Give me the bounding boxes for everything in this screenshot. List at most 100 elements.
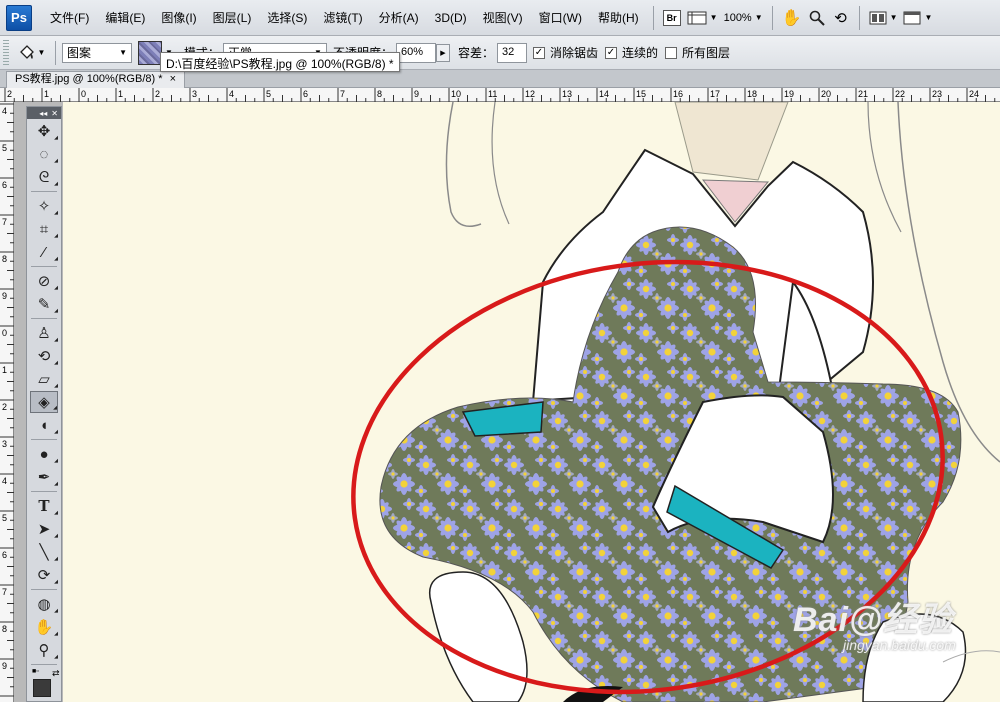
zoom-tool[interactable]: ⚲ ◢ — [30, 639, 59, 661]
rotate-view-button[interactable]: ⟲ — [829, 7, 853, 29]
hand-tool[interactable]: ✋ ◢ — [30, 616, 58, 638]
submenu-arrow-icon: ◢ — [54, 308, 58, 314]
ruler-label: 7 — [2, 587, 7, 597]
submenu-arrow-icon: ◢ — [54, 608, 58, 614]
path-selection-tool[interactable]: ➤ ◢ — [30, 518, 58, 540]
dodge-tool[interactable]: ● ◢ — [30, 443, 58, 465]
menu-item[interactable]: 编辑(E) — [97, 7, 153, 29]
ruler-label: 15 — [636, 89, 646, 99]
document-canvas[interactable]: Bai@经验 jingyan.baidu.com — [63, 102, 1000, 702]
ruler-label: 4 — [2, 476, 7, 486]
divider — [652, 5, 654, 30]
checkbox-box[interactable]: ✓ — [604, 46, 617, 59]
line-tool[interactable]: ╲ ◢ — [30, 541, 58, 563]
brush-icon: ✎ — [37, 296, 51, 313]
opacity-slider-button[interactable]: ▶ — [435, 43, 450, 62]
screen-mode-button[interactable]: ▼ — [900, 7, 935, 29]
healing-brush-tool[interactable]: ⊘ ◢ — [30, 270, 58, 292]
crop-tool[interactable]: ⌗ ◢ — [30, 218, 58, 240]
menu-items: 文件(F) 编辑(E) 图像(I) 图层(L) 选择(S) 滤镜(T) 分析(A) 3D(D)… — [42, 7, 647, 29]
ruler-label: 4 — [229, 89, 234, 99]
options-bar-grip[interactable] — [3, 39, 9, 66]
checkbox-box[interactable]: ✓ — [532, 46, 545, 59]
close-icon[interactable]: ✕ — [51, 109, 58, 118]
ruler-label: 11 — [488, 89, 497, 99]
divider — [858, 5, 860, 30]
submenu-arrow-icon: ◢ — [54, 210, 58, 216]
lasso-tool[interactable]: ᘓ ◢ — [30, 166, 58, 188]
eyedropper-icon: ⁄ — [42, 243, 46, 261]
pen-tool[interactable]: ✒ ◢ — [30, 466, 58, 488]
color-swatches: ■▫ ⇄ — [30, 668, 61, 702]
ruler-label: 6 — [2, 550, 7, 560]
submenu-arrow-icon: ◢ — [54, 533, 58, 539]
clone-stamp-icon: ♙ — [37, 325, 51, 342]
divider — [31, 318, 57, 319]
move-icon: ✥ — [37, 123, 51, 140]
type-tool[interactable]: T ◢ — [30, 495, 58, 517]
ruler-label: 6 — [2, 180, 7, 190]
ruler-label: 9 — [2, 661, 7, 671]
brush-tool[interactable]: ✎ ◢ — [30, 293, 58, 315]
hair-outline — [867, 102, 902, 233]
divider — [31, 266, 57, 267]
menu-bar: Ps 文件(F) 编辑(E) 图像(I) 图层(L) 选择(S) 滤镜(T) 分析(A) 3D… — [0, 0, 1000, 36]
menu-item[interactable]: 图像(I) — [153, 7, 204, 29]
arrange-documents-button[interactable]: ▼ — [866, 7, 901, 29]
paint-bucket-tool[interactable]: ◈ ◢ — [30, 391, 58, 413]
3d-orbit-tool[interactable]: ◍ ◢ — [30, 593, 58, 615]
checkbox-box[interactable] — [665, 46, 677, 59]
fill-source-select[interactable]: 图案 ▼ — [62, 42, 132, 63]
toolbox-header[interactable]: ◂◂ ✕ — [27, 107, 61, 119]
menu-item[interactable]: 3D(D) — [427, 7, 475, 29]
collapse-icon[interactable]: ◂◂ — [39, 109, 47, 118]
pattern-swatch[interactable] — [138, 40, 162, 65]
ruler-label: 19 — [784, 89, 794, 99]
blur-tool[interactable]: ◖ ◢ — [30, 414, 58, 436]
tool-preset-picker[interactable]: ▼ — [13, 42, 49, 64]
menu-item[interactable]: 帮助(H) — [590, 7, 647, 29]
tolerance-input[interactable]: 32 — [496, 42, 527, 63]
zoom-level-dropdown[interactable]: 100% ▼ — [721, 7, 766, 29]
default-colors-icon[interactable]: ■▫ — [32, 668, 39, 675]
opacity-input[interactable]: 60% — [395, 42, 436, 63]
pen-icon: ✒ — [37, 469, 51, 486]
foreground-color-swatch[interactable] — [33, 679, 51, 697]
ruler-label: 22 — [895, 89, 905, 99]
bridge-button[interactable]: Br — [660, 7, 684, 29]
menu-item[interactable]: 滤镜(T) — [315, 7, 370, 29]
menu-item[interactable]: 视图(V) — [475, 7, 531, 29]
hand-tool-button[interactable]: ✋ — [779, 7, 805, 29]
menu-item[interactable]: 图层(L) — [205, 7, 260, 29]
menu-item[interactable]: 文件(F) — [42, 7, 97, 29]
magic-wand-tool[interactable]: ✧ ◢ — [30, 195, 58, 217]
document-path-tooltip: D:\百度经验\PS教程.jpg @ 100%(RGB/8) * — [160, 52, 400, 72]
horizontal-ruler[interactable]: 2 1 0 1 2 3 4 5 6 7 8 9 10 11 12 13 14 15 16 17 18 19 20 21 22 23… — [0, 88, 1000, 102]
submenu-arrow-icon: ◢ — [54, 556, 58, 562]
ruler-label: 5 — [2, 513, 7, 523]
eyedropper-tool[interactable]: ⁄ ◢ — [30, 241, 58, 263]
contiguous-checkbox[interactable]: ✓ 连续的 — [604, 44, 661, 61]
swap-colors-icon[interactable]: ⇄ — [52, 668, 60, 679]
history-brush-tool[interactable]: ⟲ ◢ — [30, 345, 58, 367]
antialias-checkbox[interactable]: ✓ 消除锯齿 — [532, 44, 601, 61]
vertical-ruler[interactable]: 4 5 6 7 8 9 0 1 2 3 4 5 6 7 8 9 — [0, 102, 14, 702]
menu-item[interactable]: 分析(A) — [371, 7, 427, 29]
zoom-tool-button[interactable] — [805, 7, 829, 29]
ruler-label: 17 — [710, 89, 720, 99]
3d-rotate-tool[interactable]: ⟳ ◢ — [30, 564, 58, 586]
move-tool[interactable]: ✥ ◢ — [30, 120, 58, 142]
menu-item[interactable]: 选择(S) — [259, 7, 315, 29]
arrange-documents-icon — [869, 11, 887, 24]
menu-item[interactable]: 窗口(W) — [531, 7, 590, 29]
document-tab[interactable]: PS教程.jpg @ 100%(RGB/8) * × — [6, 71, 185, 88]
path-selection-icon: ➤ — [37, 521, 51, 538]
clone-stamp-tool[interactable]: ♙ ◢ — [30, 322, 58, 344]
ruler-label: 14 — [599, 89, 609, 99]
marquee-tool[interactable]: ◌ ◢ — [30, 143, 58, 165]
all-layers-checkbox[interactable]: 所有图层 — [665, 44, 733, 61]
eraser-tool[interactable]: ▱ ◢ — [30, 368, 58, 390]
view-extras-button[interactable]: ▼ — [684, 7, 721, 29]
close-icon[interactable]: × — [170, 73, 176, 85]
zoom-level: 100% — [723, 11, 752, 24]
